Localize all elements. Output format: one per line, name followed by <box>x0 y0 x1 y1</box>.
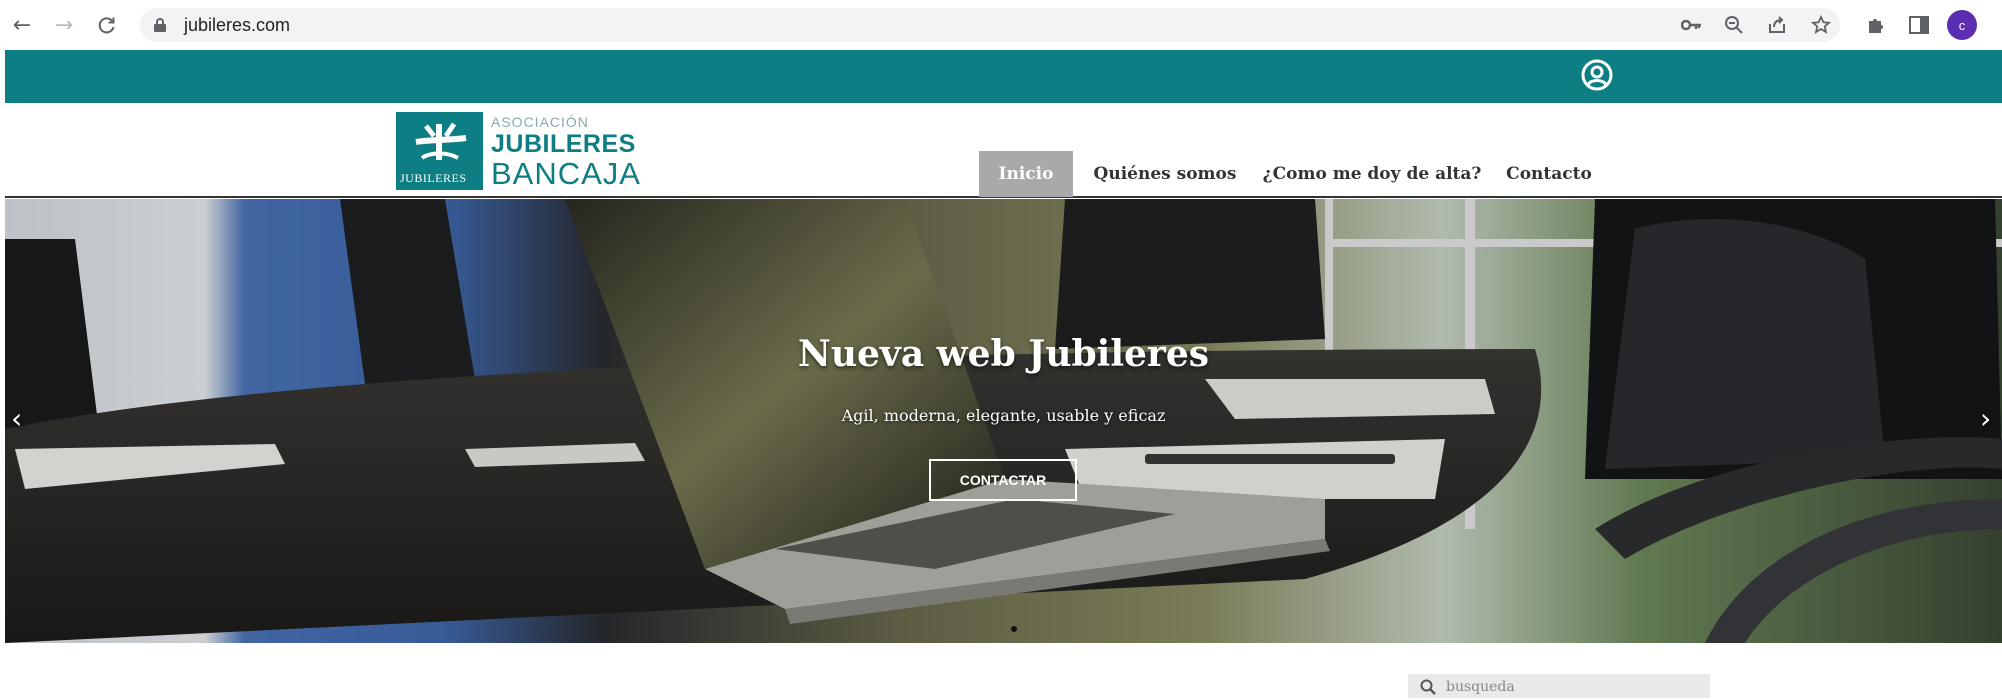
hero-slider: Nueva web Jubileres Agil, moderna, elega… <box>5 199 2002 643</box>
search-icon <box>1420 679 1436 695</box>
key-icon[interactable] <box>1678 11 1706 39</box>
menu-item-contacto[interactable]: Contacto <box>1499 151 1599 197</box>
lock-icon[interactable] <box>154 18 166 32</box>
browser-toolbar: ← → jubileres.com c <box>0 0 2002 50</box>
search-box[interactable] <box>1408 674 1710 698</box>
back-icon[interactable]: ← <box>8 11 36 39</box>
menu-item-inicio[interactable]: Inicio <box>979 151 1073 197</box>
sidepanel-icon[interactable] <box>1905 11 1933 39</box>
logo-line-jubileres: JUBILERES <box>491 130 636 158</box>
top-bar <box>5 50 2002 103</box>
user-account-icon[interactable] <box>1580 58 1614 92</box>
menu-item-como-alta[interactable]: ¿Como me doy de alta? <box>1261 151 1483 197</box>
share-icon[interactable] <box>1763 11 1791 39</box>
extensions-icon[interactable] <box>1862 11 1890 39</box>
chevron-left-icon[interactable]: ‹ <box>11 404 31 434</box>
search-input[interactable] <box>1446 677 1696 697</box>
slider-dot[interactable] <box>1011 626 1017 632</box>
logo-line-bancaja: BANCAJA <box>491 156 641 191</box>
reload-icon[interactable] <box>93 11 121 39</box>
logo-emblem: JUBILERES <box>396 112 483 190</box>
logo-line-asociacion: ASOCIACIÓN <box>491 114 589 130</box>
zoom-icon[interactable] <box>1720 11 1748 39</box>
logo-box-text: JUBILERES <box>400 171 467 185</box>
hero-title: Nueva web Jubileres <box>797 333 1210 375</box>
site-header: JUBILERES ASOCIACIÓN JUBILERES BANCAJA I… <box>5 103 2002 198</box>
contactar-button[interactable]: CONTACTAR <box>929 459 1077 501</box>
forward-icon[interactable]: → <box>50 11 78 39</box>
profile-avatar[interactable]: c <box>1947 10 1977 40</box>
star-icon[interactable] <box>1807 11 1835 39</box>
menu-item-quienes-somos[interactable]: Quiénes somos <box>1085 151 1245 197</box>
chevron-right-icon[interactable]: › <box>1980 404 2000 434</box>
hero-subtitle: Agil, moderna, elegante, usable y eficaz <box>841 406 1166 425</box>
site-logo[interactable]: JUBILERES ASOCIACIÓN JUBILERES BANCAJA <box>396 112 640 191</box>
address-bar[interactable]: jubileres.com <box>140 8 1840 42</box>
url-text[interactable]: jubileres.com <box>184 15 290 36</box>
